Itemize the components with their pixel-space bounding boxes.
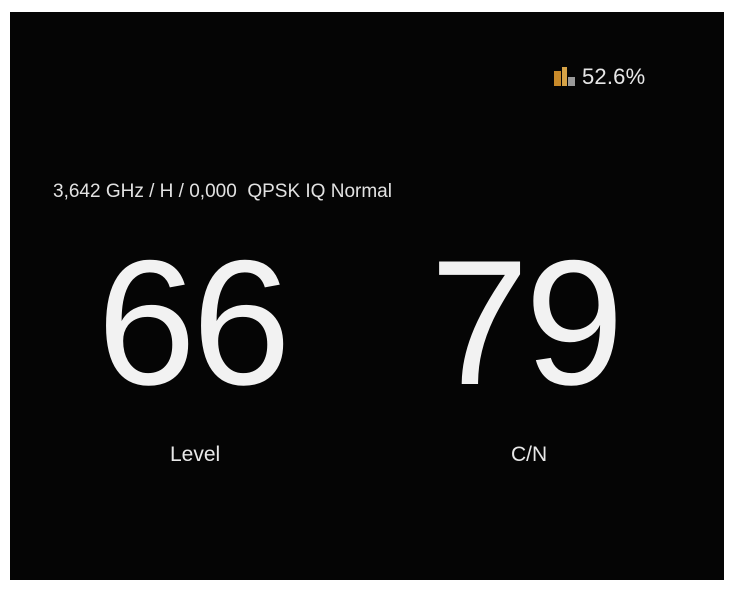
signal-meter-screen: 52.6% 3,642 GHz / H / 0,000 QPSK IQ Norm… [10, 12, 724, 580]
level-value: 66 [97, 223, 291, 422]
transponder-info: 3,642 GHz / H / 0,000 QPSK IQ Normal [53, 181, 392, 202]
battery-percent: 52.6% [582, 64, 646, 89]
battery-icon [554, 67, 576, 87]
battery-status: 52.6% [554, 64, 645, 90]
cn-value: 79 [430, 223, 624, 422]
cn-label: C/N [511, 443, 548, 466]
level-label: Level [170, 443, 221, 466]
